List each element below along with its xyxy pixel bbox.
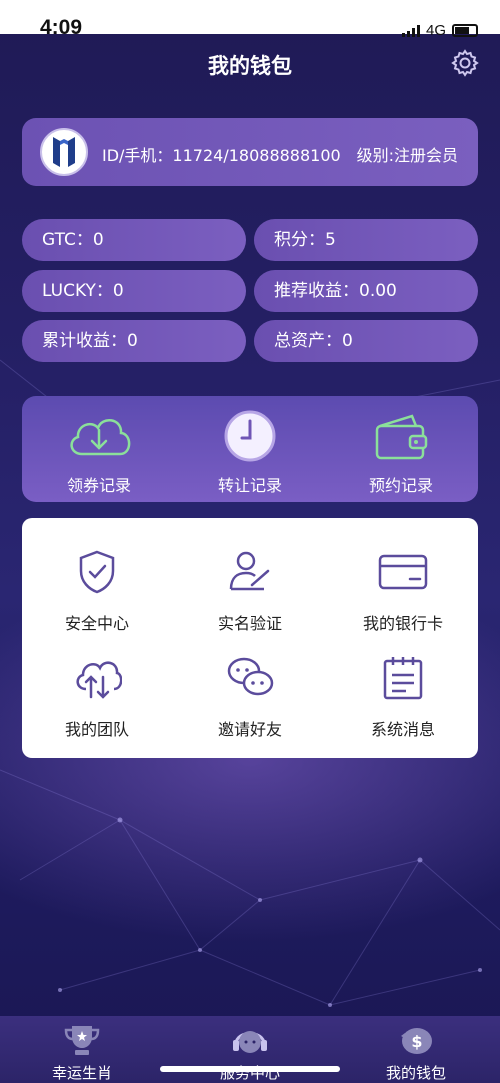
tab-service-center[interactable]: 服务中心 (190, 1022, 310, 1083)
network-label: 4G (425, 22, 446, 39)
invite-friends-label: 邀请好友 (217, 720, 282, 739)
logo-icon (53, 137, 75, 167)
account-card: ID/手机：11724/18088888100 级别:注册会员 (22, 118, 478, 186)
services-panel: 安全中心 实名验证 我的银行卡 我的团队 邀请好友 系统消息 (22, 518, 478, 758)
real-name-verify-button[interactable]: 实名验证 (175, 548, 325, 634)
tab-lucky-zodiac-label: 幸运生肖 (51, 1064, 112, 1082)
header: 我的钱包 (0, 34, 500, 92)
balance-total-income: 累计收益：0 (22, 320, 246, 362)
status-time: 4:09 (40, 16, 83, 39)
svg-text:$: $ (411, 1032, 422, 1051)
signal-icon (401, 24, 420, 37)
settings-button[interactable] (450, 48, 480, 78)
my-team-label: 我的团队 (64, 720, 129, 739)
bank-card-icon (378, 554, 428, 590)
battery-icon (452, 24, 478, 37)
transfer-records-button[interactable]: 转让记录 (190, 408, 310, 496)
security-center-button[interactable]: 安全中心 (22, 548, 172, 634)
tab-my-wallet-label: 我的钱包 (385, 1064, 446, 1082)
system-messages-button[interactable]: 系统消息 (328, 654, 478, 740)
bank-cards-label: 我的银行卡 (362, 614, 443, 633)
status-bar: 4:09 4G (0, 0, 500, 39)
headset-icon (233, 1031, 267, 1053)
piggy-bank-icon: $ (401, 1028, 432, 1054)
avatar (40, 128, 88, 176)
balance-referral-income: 推荐收益：0.00 (254, 270, 478, 312)
tab-my-wallet[interactable]: $ 我的钱包 (356, 1022, 476, 1083)
wallet-icon (375, 414, 428, 460)
balance-gtc: GTC：0 (22, 219, 246, 261)
chat-bubbles-icon (227, 657, 274, 696)
transfer-records-label: 转让记录 (217, 476, 282, 495)
balance-lucky: LUCKY：0 (22, 270, 246, 312)
member-level: 级别:注册会员 (356, 146, 458, 165)
cloud-sync-icon (76, 661, 122, 699)
home-indicator[interactable] (160, 1066, 340, 1072)
notepad-icon (383, 657, 423, 700)
gear-icon (451, 49, 479, 77)
account-id: ID/手机：11724/18088888100 (102, 146, 341, 165)
shield-check-icon (79, 550, 115, 594)
clock-icon (224, 410, 276, 462)
invite-friends-button[interactable]: 邀请好友 (175, 654, 325, 740)
balance-total-assets: 总资产：0 (254, 320, 478, 362)
system-messages-label: 系统消息 (370, 720, 435, 739)
bottom-tab-bar: 幸运生肖 服务中心 $ 我的钱包 (0, 1016, 500, 1083)
coupon-records-button[interactable]: 领券记录 (39, 408, 159, 496)
tab-lucky-zodiac[interactable]: 幸运生肖 (22, 1022, 142, 1083)
page-title: 我的钱包 (208, 54, 292, 78)
coupon-records-label: 领券记录 (66, 476, 131, 495)
user-verify-icon (229, 551, 270, 591)
my-team-button[interactable]: 我的团队 (22, 654, 172, 740)
cloud-download-icon (70, 419, 131, 456)
reservation-records-button[interactable]: 预约记录 (341, 408, 461, 496)
balance-points: 积分：5 (254, 219, 478, 261)
trophy-icon (64, 1026, 100, 1055)
reservation-records-label: 预约记录 (368, 476, 433, 495)
records-panel: 领券记录 转让记录 预约记录 (22, 396, 478, 502)
bank-cards-button[interactable]: 我的银行卡 (328, 548, 478, 634)
real-name-verify-label: 实名验证 (217, 614, 282, 633)
security-center-label: 安全中心 (64, 614, 129, 633)
